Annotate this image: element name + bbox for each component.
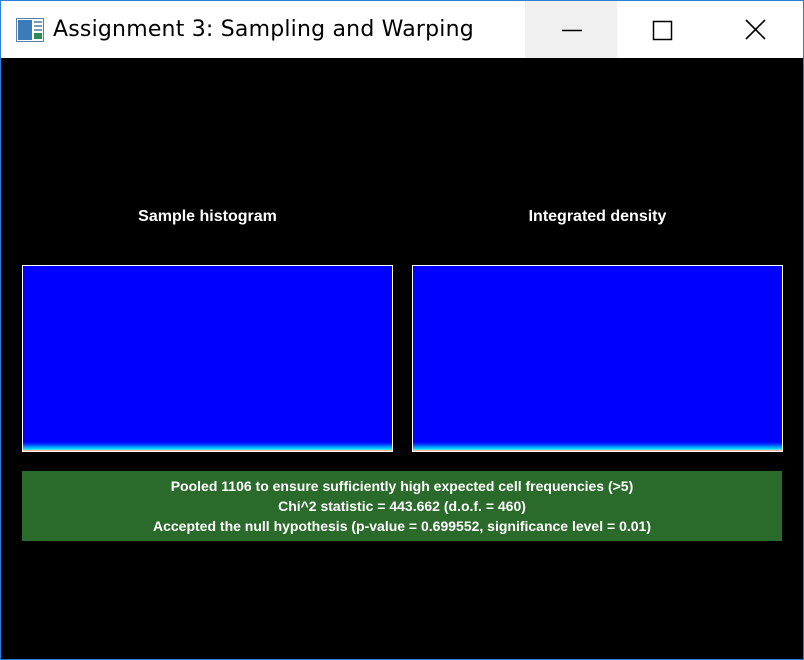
sample-histogram-plot — [22, 265, 393, 452]
close-button[interactable] — [709, 1, 803, 58]
close-icon — [745, 19, 766, 40]
title-bar[interactable]: Assignment 3: Sampling and Warping — [1, 1, 803, 58]
maximize-button[interactable] — [617, 1, 709, 58]
app-icon — [16, 18, 44, 42]
integrated-density-title: Integrated density — [528, 208, 667, 225]
app-window: Assignment 3: Sampling and Warping Sampl… — [0, 0, 804, 660]
canvas-area: Sample histogram Integrated density Pool… — [1, 58, 803, 659]
sample-histogram-title: Sample histogram — [138, 208, 277, 225]
integrated-density-plot — [412, 265, 783, 452]
histogram-band — [23, 442, 392, 451]
minimize-button[interactable] — [525, 1, 617, 58]
result-line-pooled: Pooled 1106 to ensure sufficiently high … — [170, 478, 634, 494]
test-result-panel: Pooled 1106 to ensure sufficiently high … — [22, 471, 782, 541]
result-line-hypothesis: Accepted the null hypothesis (p-value = … — [153, 518, 651, 534]
density-band — [413, 442, 782, 451]
maximize-icon — [652, 20, 673, 41]
result-line-chi2: Chi^2 statistic = 443.662 (d.o.f. = 460) — [278, 498, 526, 514]
window-title: Assignment 3: Sampling and Warping — [53, 17, 474, 42]
minimize-icon — [562, 29, 582, 32]
